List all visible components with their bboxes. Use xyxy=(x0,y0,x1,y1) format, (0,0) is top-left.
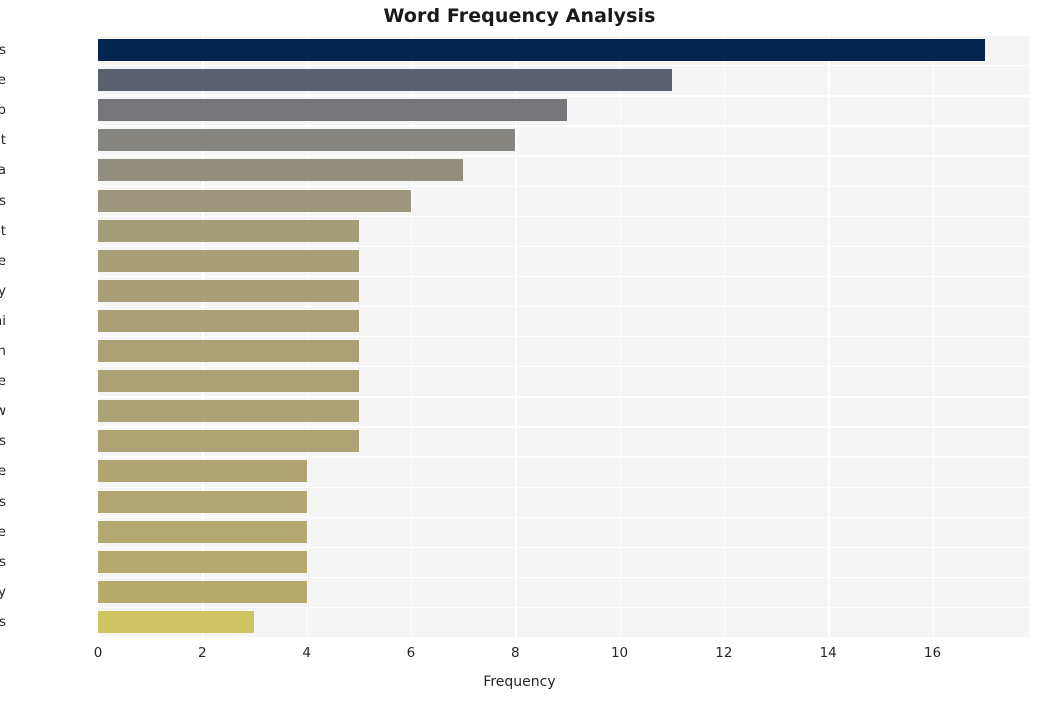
gridline-horizontal xyxy=(98,606,1029,609)
bar xyxy=(98,129,516,152)
gridline-horizontal xyxy=(98,516,1029,518)
gridline-horizontal xyxy=(98,95,1029,97)
bar xyxy=(98,219,359,242)
bar xyxy=(98,279,359,302)
bar xyxy=(98,39,985,62)
bar xyxy=(98,580,307,603)
x-axis-tick-label: 6 xyxy=(406,645,416,661)
gridline-horizontal xyxy=(98,426,1029,428)
bar xyxy=(98,340,359,363)
gridline-horizontal xyxy=(98,155,1029,157)
y-axis-tick-label: attorney xyxy=(0,282,6,299)
bar xyxy=(98,159,464,182)
y-axis-tick-label: right xyxy=(0,132,6,149)
bar xyxy=(98,99,568,122)
chart-title: Word Frequency Analysis xyxy=(383,5,656,27)
gridline-horizontal xyxy=(98,396,1029,398)
bar xyxy=(98,189,411,212)
bar xyxy=(98,370,359,393)
gridline-horizontal xyxy=(98,456,1029,458)
y-axis-tick-label: argue xyxy=(0,523,6,540)
bar xyxy=(98,520,307,543)
gridline-horizontal xyxy=(98,576,1029,579)
bar xyxy=(98,550,307,573)
gridline-horizontal xyxy=(98,305,1029,308)
y-axis-tick-label: case xyxy=(0,72,6,89)
bar xyxy=(98,430,359,453)
y-axis-tick-label: electors xyxy=(0,493,6,510)
x-axis-tick-label: 12 xyxy=(715,645,733,661)
bar xyxy=(98,490,307,513)
bar xyxy=(98,400,359,423)
word-frequency-chart: Word Frequency Analysis defendants case tr… xyxy=(0,0,1039,701)
y-axis-tick-label: speech xyxy=(0,343,6,360)
y-axis-tick-label: state xyxy=(0,252,6,269)
gridline-horizontal xyxy=(98,35,1029,37)
gridline-horizontal xyxy=(98,546,1029,549)
x-axis-tick-label: 8 xyxy=(510,645,520,661)
gridline-horizontal xyxy=(98,637,1029,639)
y-axis-tick-label: mayes xyxy=(0,433,6,450)
gridline-horizontal xyxy=(98,245,1029,248)
gridline-horizontal xyxy=(98,336,1029,338)
bar xyxy=(98,460,307,483)
x-axis-tick-label: 4 xyxy=(302,645,311,661)
bar xyxy=(98,249,359,272)
y-axis-tick-label: arizona xyxy=(0,162,6,179)
y-axis-tick-label: indictment xyxy=(0,222,6,239)
y-axis-tick-label: law xyxy=(0,403,6,420)
x-axis-label: Frequency xyxy=(483,674,556,690)
plot-area xyxy=(98,35,1029,639)
x-axis-tick-label: 0 xyxy=(93,645,103,661)
gridline-horizontal xyxy=(98,215,1029,217)
gridline-horizontal xyxy=(98,275,1029,278)
bar xyxy=(98,610,255,633)
x-axis-tick-label: 16 xyxy=(923,645,942,661)
y-axis-tick-label: dismiss xyxy=(0,192,6,209)
gridline-horizontal xyxy=(98,185,1029,187)
y-axis-tick-label: giuliani xyxy=(0,312,6,329)
y-axis-tick-label: wednesday xyxy=(0,583,6,600)
y-axis-tick-label: arguments xyxy=(0,613,6,630)
x-axis-tick-label: 2 xyxy=(198,645,207,661)
gridline-horizontal xyxy=(98,486,1029,488)
x-axis-tick-label: 10 xyxy=(610,645,629,661)
y-axis-tick-label: vote xyxy=(0,373,6,390)
bar xyxy=(98,69,672,92)
y-axis-tick-label: fake xyxy=(0,463,6,480)
bar xyxy=(98,309,359,332)
y-axis-tick-label: defendants xyxy=(0,42,6,59)
y-axis-tick-label: williams xyxy=(0,553,6,570)
gridline-horizontal xyxy=(98,65,1029,67)
y-axis-tick-label: trump xyxy=(0,102,6,119)
gridline-horizontal xyxy=(98,366,1029,368)
x-axis-tick-label: 14 xyxy=(819,645,837,661)
gridline-horizontal xyxy=(98,125,1029,127)
